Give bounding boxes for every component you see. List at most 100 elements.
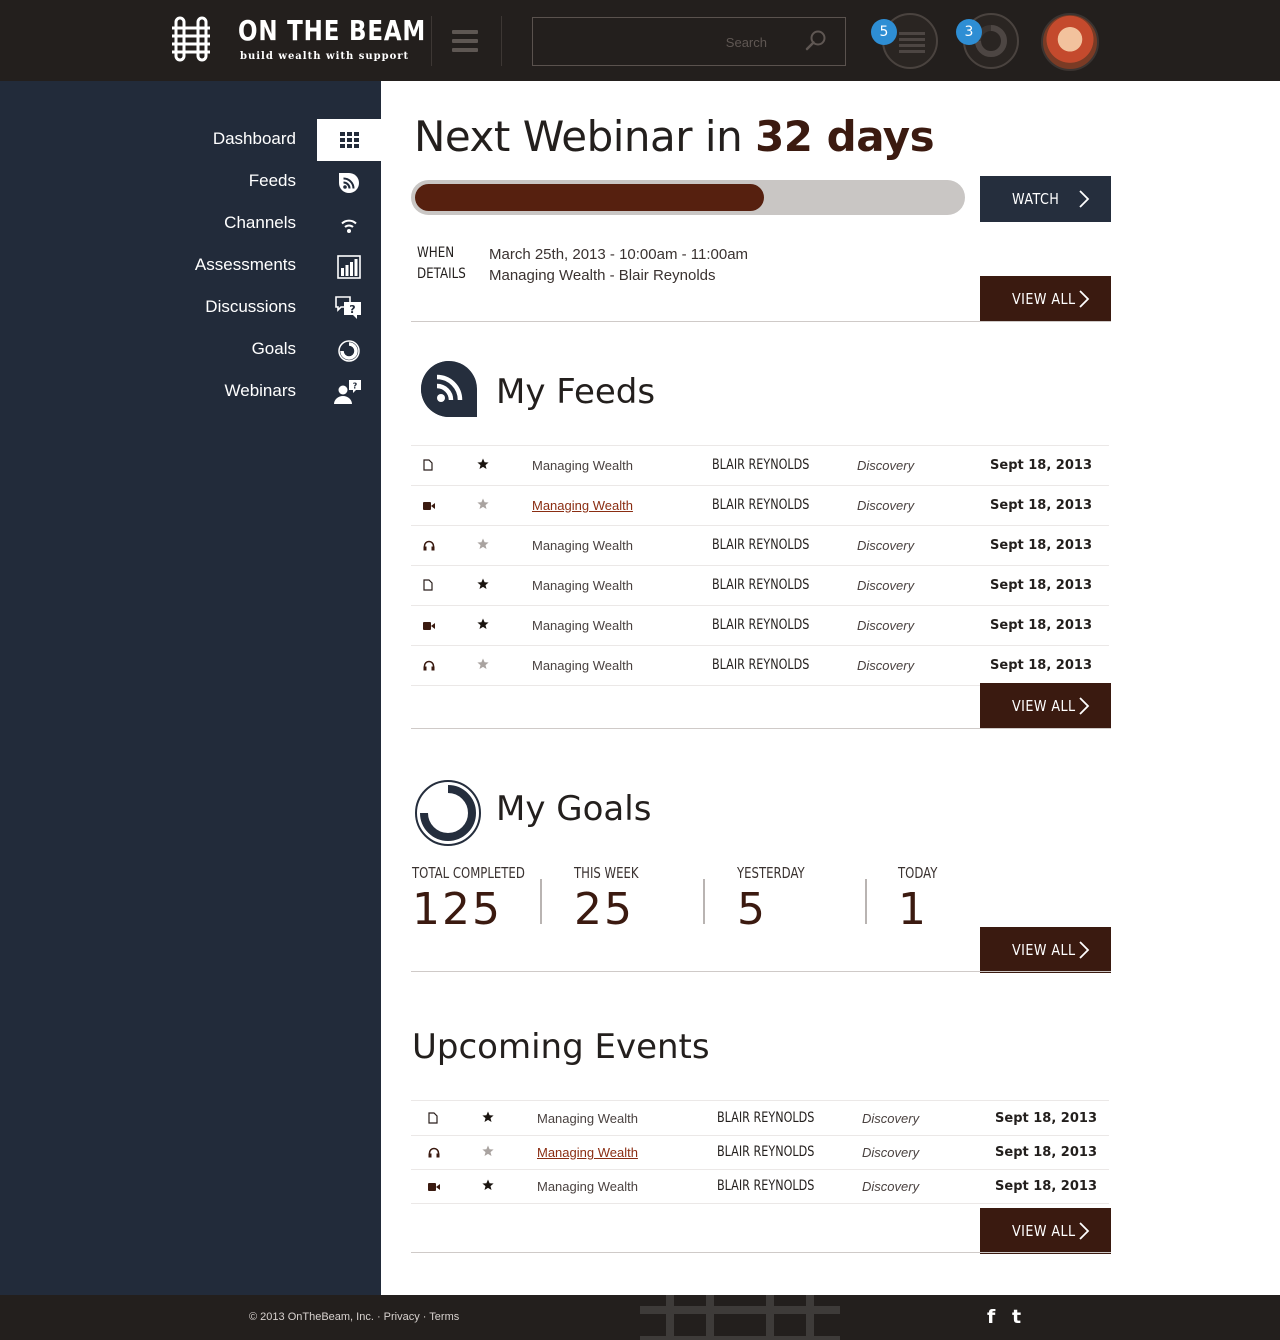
nav-icon-box — [317, 245, 381, 287]
facebook-icon[interactable]: f — [987, 1306, 995, 1328]
row-category: Discovery — [857, 538, 915, 553]
star-empty-icon[interactable] — [477, 498, 489, 513]
section-divider — [411, 971, 1111, 972]
view-all-label: VIEW ALL — [1012, 941, 1076, 959]
row-title-link[interactable]: Managing Wealth — [532, 498, 633, 513]
stat-value: 5 — [737, 884, 767, 935]
user-avatar[interactable] — [1041, 13, 1099, 71]
sidebar-item-label: Goals — [251, 339, 296, 358]
events-section-title: Upcoming Events — [412, 1027, 710, 1067]
sidebar-item-channels[interactable]: Channels — [180, 203, 381, 245]
row-date: Sept 18, 2013 — [990, 498, 1092, 513]
row-author: BLAIR REYNOLDS — [712, 537, 810, 553]
table-row[interactable]: Managing Wealth BLAIR REYNOLDS Discovery Se… — [411, 565, 1109, 605]
header-divider — [431, 16, 432, 66]
star-empty-icon[interactable] — [477, 538, 489, 553]
row-author: BLAIR REYNOLDS — [717, 1144, 815, 1160]
row-date: Sept 18, 2013 — [990, 538, 1092, 553]
nav-icon-box — [317, 119, 381, 161]
row-author: BLAIR REYNOLDS — [717, 1110, 815, 1126]
sidebar-item-feeds[interactable]: Feeds — [180, 161, 381, 203]
star-empty-icon[interactable] — [482, 1145, 494, 1160]
menu-hamburger-icon[interactable] — [452, 30, 478, 52]
twitter-icon[interactable]: t — [1012, 1306, 1021, 1328]
star-empty-icon[interactable] — [477, 658, 489, 673]
table-row[interactable]: Managing Wealth BLAIR REYNOLDS Discovery Se… — [411, 605, 1109, 645]
row-title-link[interactable]: Managing Wealth — [537, 1145, 638, 1160]
row-title: Managing Wealth — [537, 1111, 638, 1126]
row-category: Discovery — [862, 1179, 920, 1194]
sidebar-item-assessments[interactable]: Assessments — [180, 245, 381, 287]
nav-icon-box — [317, 203, 381, 245]
stat-label: TODAY — [898, 864, 938, 882]
document-icon — [423, 459, 433, 474]
row-date: Sept 18, 2013 — [990, 658, 1092, 673]
events-view-all-button[interactable]: VIEW ALL — [980, 1208, 1111, 1254]
goals-view-all-button[interactable]: VIEW ALL — [980, 927, 1111, 973]
webinar-progress-bar — [411, 180, 965, 215]
star-filled-icon[interactable] — [482, 1111, 494, 1126]
stat-yesterday: YESTERDAY 5 — [737, 864, 824, 935]
table-row[interactable]: Managing Wealth BLAIR REYNOLDS Discovery Se… — [411, 445, 1109, 485]
sidebar-item-label: Webinars — [224, 381, 297, 400]
chevron-right-icon — [1079, 290, 1090, 308]
sidebar-item-dashboard[interactable]: Dashboard — [180, 119, 381, 161]
when-label: WHEN — [417, 245, 455, 261]
search-icon[interactable] — [804, 29, 828, 53]
chevron-right-icon — [1079, 697, 1090, 715]
chevron-right-icon — [1079, 190, 1090, 208]
question-bubble-icon: ? — [335, 296, 361, 319]
sidebar-item-label: Dashboard — [212, 129, 296, 148]
search-input[interactable] — [541, 26, 807, 58]
row-author: BLAIR REYNOLDS — [712, 617, 810, 633]
nav-icon-box — [317, 329, 381, 371]
grid-icon — [340, 132, 359, 148]
row-category: Discovery — [857, 658, 915, 673]
logo-knot-icon[interactable] — [168, 16, 214, 62]
table-row[interactable]: Managing Wealth BLAIR REYNOLDS Discovery Se… — [411, 1135, 1109, 1169]
star-filled-icon[interactable] — [477, 458, 489, 473]
stat-divider — [540, 879, 542, 924]
table-row[interactable]: Managing Wealth BLAIR REYNOLDS Discovery Se… — [411, 525, 1109, 565]
details-value: Managing Wealth - Blair Reynolds — [489, 267, 716, 284]
table-row[interactable]: Managing Wealth BLAIR REYNOLDS Discovery Se… — [411, 1169, 1109, 1203]
document-icon — [423, 579, 433, 594]
row-date: Sept 18, 2013 — [995, 1179, 1097, 1194]
feeds-view-all-button[interactable]: VIEW ALL — [980, 683, 1111, 729]
row-category: Discovery — [857, 578, 915, 593]
footer-watermark-knot-icon — [640, 1295, 840, 1340]
webinar-heading: Next Webinar in 32 days — [414, 112, 935, 161]
table-row[interactable]: Managing Wealth BLAIR REYNOLDS Discovery Se… — [411, 645, 1109, 685]
star-filled-icon[interactable] — [477, 618, 489, 633]
sidebar-nav: Dashboard Feeds Channels Assessments Dis… — [0, 81, 381, 1295]
sidebar-item-discussions[interactable]: Discussions ? — [180, 287, 381, 329]
stat-label: TOTAL COMPLETED — [412, 864, 525, 882]
table-row[interactable]: Managing Wealth BLAIR REYNOLDS Discovery Se… — [411, 1101, 1109, 1135]
table-row[interactable]: Managing Wealth BLAIR REYNOLDS Discovery Se… — [411, 485, 1109, 525]
sidebar-item-label: Channels — [224, 213, 296, 232]
stat-this-week: THIS WEEK 25 — [574, 864, 657, 935]
goals-progress-ring-icon — [415, 780, 481, 846]
stat-divider — [865, 879, 867, 924]
goals-count-badge: 3 — [956, 19, 982, 45]
row-author: BLAIR REYNOLDS — [717, 1178, 815, 1194]
watch-button[interactable]: WATCH — [980, 176, 1111, 222]
row-category: Discovery — [857, 498, 915, 513]
webinar-view-all-button[interactable]: VIEW ALL — [980, 276, 1111, 322]
footer-copyright[interactable]: © 2013 OnTheBeam, Inc. · Privacy · Terms — [249, 1311, 459, 1323]
sidebar-item-label: Assessments — [194, 255, 296, 274]
watch-button-label: WATCH — [1012, 190, 1060, 208]
row-author: BLAIR REYNOLDS — [712, 497, 810, 513]
star-filled-icon[interactable] — [477, 578, 489, 593]
star-filled-icon[interactable] — [482, 1179, 494, 1194]
video-icon — [423, 499, 435, 514]
sidebar-item-goals[interactable]: Goals — [180, 329, 381, 371]
row-date: Sept 18, 2013 — [995, 1145, 1097, 1160]
sidebar-item-webinars[interactable]: Webinars ? — [180, 371, 381, 413]
bar-chart-icon — [337, 255, 361, 279]
feeds-rss-icon — [421, 361, 477, 417]
stat-label: THIS WEEK — [574, 864, 639, 882]
details-label: DETAILS — [417, 266, 466, 282]
footer: © 2013 OnTheBeam, Inc. · Privacy · Terms… — [0, 1295, 1280, 1340]
row-date: Sept 18, 2013 — [995, 1111, 1097, 1126]
